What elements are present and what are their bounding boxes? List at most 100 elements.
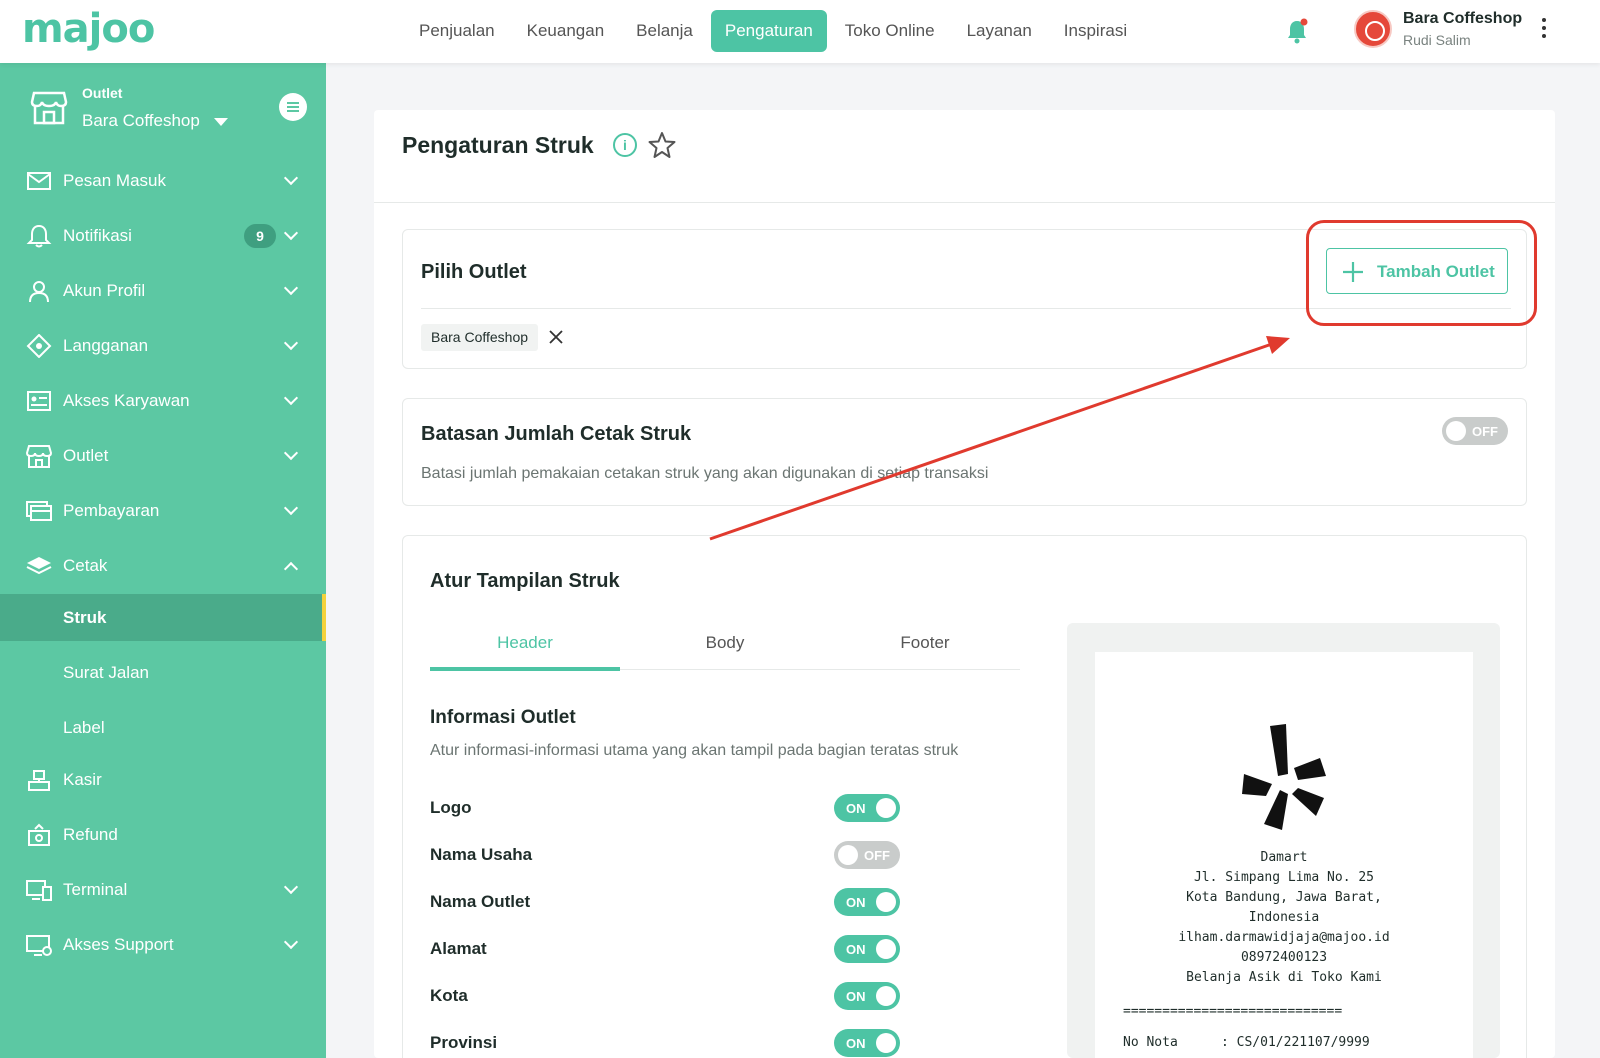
toggle-state-label: ON <box>846 942 866 957</box>
nav-layanan[interactable]: Layanan <box>953 10 1046 52</box>
card-icon <box>26 501 52 521</box>
receipt-nota-label: No Nota <box>1123 1035 1178 1050</box>
toggle-state-label: OFF <box>864 848 890 863</box>
field-logo-label: Logo <box>430 798 472 817</box>
sidebar-item-notifikasi[interactable]: Notifikasi 9 <box>0 208 326 264</box>
toggle-state-label: ON <box>846 895 866 910</box>
batasan-description: Batasi jumlah pemakaian cetakan struk ya… <box>421 465 989 482</box>
sidebar-item-cetak[interactable]: Cetak <box>0 538 326 594</box>
sidebar-item-label: Terminal <box>63 880 128 899</box>
menu-toggle-icon[interactable] <box>279 93 307 121</box>
nav-pengaturan[interactable]: Pengaturan <box>710 10 827 52</box>
majoo-logo[interactable]: majoo <box>22 6 155 52</box>
outlet-label: Outlet <box>82 85 123 101</box>
nav-toko-online[interactable]: Toko Online <box>831 10 949 52</box>
sidebar-item-label: Pesan Masuk <box>63 171 166 190</box>
page-title: Pengaturan Struk <box>402 132 594 158</box>
print-icon <box>26 557 52 575</box>
tag-icon <box>26 334 52 358</box>
field-provinsi-label: Provinsi <box>430 1033 498 1052</box>
sidebar-item-label: Akses Karyawan <box>63 391 190 410</box>
sidebar-subitem-struk[interactable]: Struk <box>0 594 326 641</box>
tab-footer[interactable]: Footer <box>830 628 1020 670</box>
info-icon[interactable]: i <box>613 133 637 157</box>
chevron-up-icon[interactable] <box>283 561 299 577</box>
nav-inspirasi[interactable]: Inspirasi <box>1050 10 1141 52</box>
nama-outlet-toggle[interactable]: ON <box>834 888 900 916</box>
toggle-knob <box>876 1033 896 1053</box>
toggle-state-label: OFF <box>1472 424 1498 439</box>
receipt-line-address: Jl. Simpang Lima No. 25 <box>1193 870 1374 885</box>
chevron-down-icon[interactable] <box>283 225 299 241</box>
toggle-knob <box>876 939 896 959</box>
chevron-down-icon[interactable] <box>283 280 299 296</box>
chevron-down-icon[interactable] <box>283 934 299 950</box>
batasan-toggle[interactable]: OFF <box>1442 417 1508 445</box>
logo-toggle[interactable]: ON <box>834 794 900 822</box>
sidebar-item-refund[interactable]: Refund <box>0 807 326 863</box>
sidebar-item-akses-support[interactable]: Akses Support <box>0 917 326 973</box>
sidebar-item-akses-karyawan[interactable]: Akses Karyawan <box>0 373 326 429</box>
atur-tampilan-title: Atur Tampilan Struk <box>430 570 620 592</box>
field-nama-outlet-label: Nama Outlet <box>430 892 531 911</box>
toggle-state-label: ON <box>846 1036 866 1051</box>
sidebar-item-label: Notifikasi <box>63 226 132 245</box>
field-nama-usaha-label: Nama Usaha <box>430 845 533 864</box>
sidebar-item-label: Langganan <box>63 336 149 355</box>
selected-outlet-chip: Bara Coffeshop <box>421 324 539 351</box>
toggle-knob <box>876 892 896 912</box>
tab-header[interactable]: Header <box>430 628 620 671</box>
bell-icon <box>26 224 52 248</box>
chevron-down-icon[interactable] <box>283 879 299 895</box>
kota-toggle[interactable]: ON <box>834 982 900 1010</box>
chevron-down-icon[interactable] <box>283 390 299 406</box>
sidebar-item-terminal[interactable]: Terminal <box>0 862 326 918</box>
notification-bell-icon[interactable] <box>1285 18 1309 44</box>
toggle-knob <box>1446 421 1466 441</box>
chevron-down-icon[interactable] <box>283 170 299 186</box>
chevron-down-icon[interactable] <box>283 445 299 461</box>
provinsi-toggle[interactable]: ON <box>834 1029 900 1057</box>
outlet-selector[interactable]: Outlet Bara Coffeshop <box>0 63 326 153</box>
user-name: Rudi Salim <box>1403 32 1471 48</box>
terminal-icon <box>26 880 52 901</box>
alamat-toggle[interactable]: ON <box>834 935 900 963</box>
sidebar-item-pesan-masuk[interactable]: Pesan Masuk <box>0 153 326 209</box>
sidebar-subitem-label[interactable]: Label <box>0 704 326 751</box>
sidebar-subitem-surat-jalan[interactable]: Surat Jalan <box>0 649 326 696</box>
nav-belanja[interactable]: Belanja <box>622 10 707 52</box>
receipt-line-business: Damart <box>1260 850 1308 865</box>
more-menu-icon[interactable] <box>1540 18 1548 42</box>
receipt-logo-icon <box>1242 724 1326 830</box>
nama-usaha-toggle[interactable]: OFF <box>834 841 900 869</box>
receipt-line-city: Kota Bandung, Jawa Barat, <box>1186 890 1382 905</box>
chevron-down-icon[interactable] <box>283 500 299 516</box>
close-icon[interactable] <box>547 328 565 346</box>
user-icon <box>29 281 49 303</box>
sidebar-subitem-label: Label <box>63 718 105 737</box>
sidebar-item-label: Kasir <box>63 770 102 789</box>
sidebar-item-pembayaran[interactable]: Pembayaran <box>0 483 326 539</box>
sidebar-item-langganan[interactable]: Langganan <box>0 318 326 374</box>
notification-count-badge: 9 <box>244 224 276 248</box>
user-avatar[interactable] <box>1354 10 1392 48</box>
sidebar-item-label: Akses Support <box>63 935 174 954</box>
sidebar-item-label: Refund <box>63 825 118 844</box>
chevron-down-icon[interactable] <box>283 335 299 351</box>
sidebar-item-kasir[interactable]: Kasir <box>0 752 326 808</box>
sidebar-item-outlet[interactable]: Outlet <box>0 428 326 484</box>
support-icon <box>26 935 52 956</box>
nav-keuangan[interactable]: Keuangan <box>513 10 619 52</box>
tab-body[interactable]: Body <box>630 628 820 670</box>
caret-down-icon[interactable] <box>214 118 228 126</box>
receipt-preview: Damart Jl. Simpang Lima No. 25 Kota Band… <box>1095 652 1473 1058</box>
star-icon[interactable] <box>648 131 676 159</box>
top-bar: majoo Penjualan Keuangan Belanja Pengatu… <box>0 0 1600 63</box>
pilih-outlet-title: Pilih Outlet <box>421 261 527 283</box>
batasan-title: Batasan Jumlah Cetak Struk <box>421 423 692 445</box>
sidebar-item-akun-profil[interactable]: Akun Profil <box>0 263 326 319</box>
outlet-name[interactable]: Bara Coffeshop <box>82 111 200 131</box>
informasi-outlet-description: Atur informasi-informasi utama yang akan… <box>430 742 959 759</box>
batasan-panel: Batasan Jumlah Cetak Struk Batasi jumlah… <box>402 398 1527 506</box>
nav-penjualan[interactable]: Penjualan <box>405 10 509 52</box>
